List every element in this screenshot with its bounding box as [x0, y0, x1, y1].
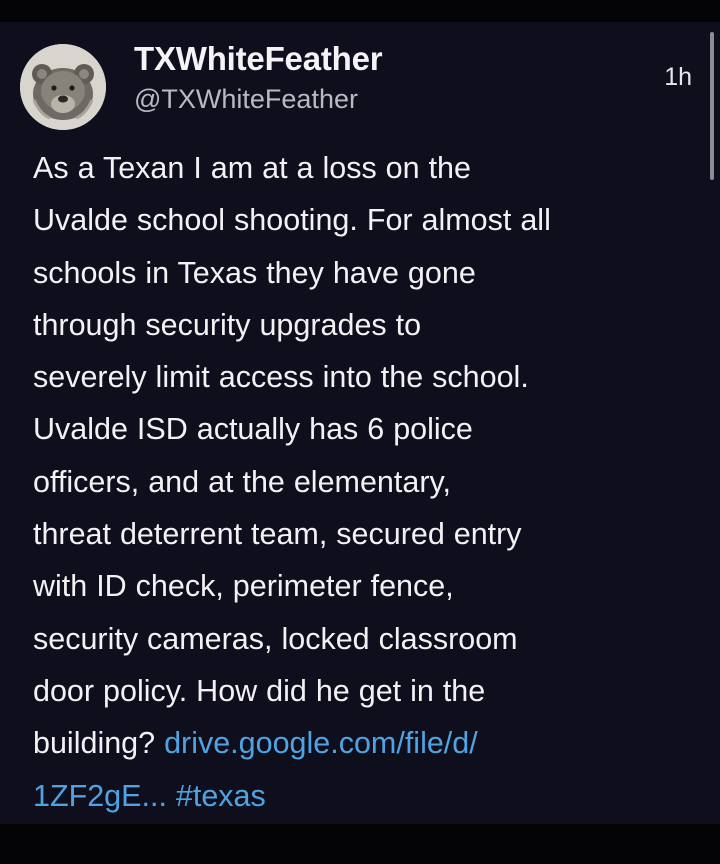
post-card[interactable]: TXWhiteFeather @TXWhiteFeather 1h As a T… — [0, 22, 720, 824]
author-handle[interactable]: @TXWhiteFeather — [134, 84, 358, 115]
post-body: As a Texan I am at a loss on the Uvalde … — [33, 142, 701, 822]
post-body-line: schools in Texas they have gone — [33, 255, 476, 290]
post-body-line: door policy. How did he get in the — [33, 673, 486, 708]
post-body-line: officers, and at the elementary, — [33, 464, 451, 499]
post-body-line: with ID check, perimeter fence, — [33, 569, 454, 604]
drive-link[interactable]: drive.google.com/file/d/ — [164, 726, 478, 760]
hashtag-link[interactable]: #texas — [176, 779, 266, 813]
post-body-line: through security upgrades to — [33, 307, 422, 342]
post-body-line: As a Texan I am at a loss on the — [33, 151, 471, 185]
post-body-line: severely limit access into the school. — [33, 360, 529, 395]
post-timestamp[interactable]: 1h — [664, 63, 692, 92]
post-body-line-with-link: 1ZF2gE... #texas — [33, 770, 701, 822]
bear-avatar-icon — [20, 44, 106, 130]
post-body-line-with-link: building? drive.google.com/file/d/ — [33, 717, 701, 769]
author-display-name[interactable]: TXWhiteFeather — [134, 40, 383, 78]
author-avatar[interactable] — [20, 44, 106, 130]
drive-link-continuation[interactable]: 1ZF2gE... — [33, 779, 167, 813]
scrollbar-thumb[interactable] — [710, 32, 714, 180]
screenshot-frame: TXWhiteFeather @TXWhiteFeather 1h As a T… — [0, 0, 720, 864]
post-body-line: threat deterrent team, secured entry — [33, 517, 522, 552]
post-body-text: building? — [33, 726, 165, 761]
post-body-line: Uvalde school shooting. For almost all — [33, 203, 551, 238]
post-body-line: security cameras, locked classroom — [33, 621, 518, 656]
post-body-line: Uvalde ISD actually has 6 police — [33, 412, 473, 447]
